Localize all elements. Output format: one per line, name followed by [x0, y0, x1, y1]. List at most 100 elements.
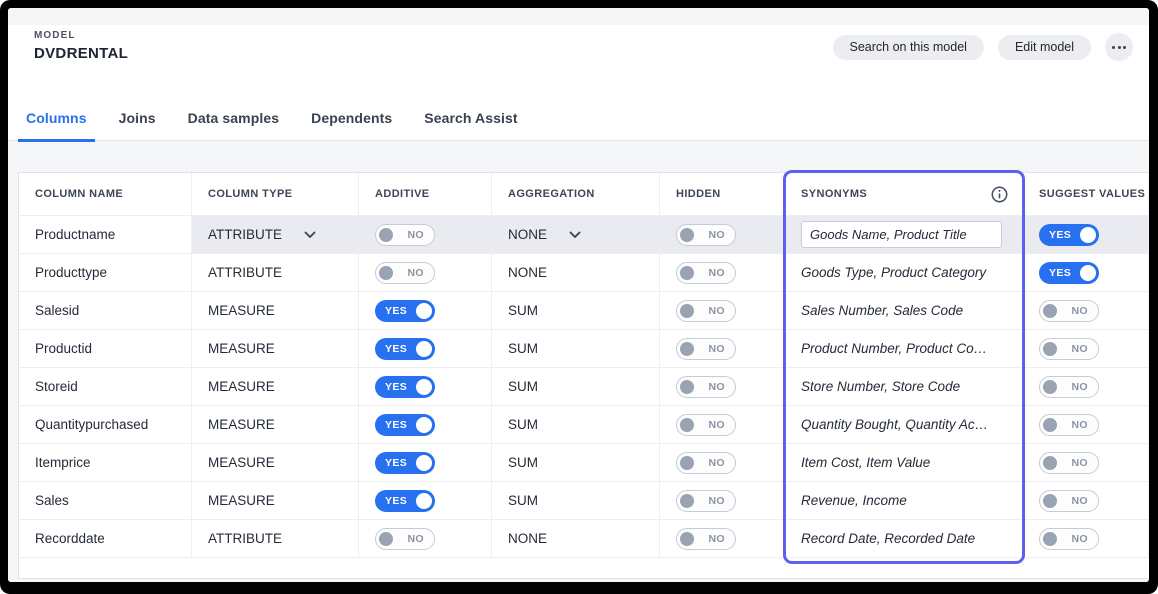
aggregation-cell[interactable]: NONE — [492, 254, 660, 292]
additive-toggle[interactable]: YES — [375, 490, 435, 512]
additive-toggle[interactable]: NO — [375, 528, 435, 550]
hidden-toggle[interactable]: NO — [676, 376, 736, 398]
more-options-button[interactable] — [1105, 33, 1133, 61]
column-name-cell[interactable]: Productname — [19, 216, 192, 254]
tab-data-samples[interactable]: Data samples — [180, 110, 287, 142]
column-type-cell[interactable]: MEASURE — [192, 406, 359, 444]
additive-toggle[interactable]: NO — [375, 224, 435, 246]
synonyms-cell[interactable]: Quantity Bought, Quantity Ac… — [785, 406, 1023, 444]
synonyms-value[interactable]: Goods Type, Product Category — [801, 265, 986, 280]
synonyms-cell[interactable]: Product Number, Product Co… — [785, 330, 1023, 368]
aggregation-cell[interactable]: SUM — [492, 330, 660, 368]
column-type-cell[interactable]: MEASURE — [192, 482, 359, 520]
column-type-cell[interactable]: MEASURE — [192, 292, 359, 330]
toggle-knob — [680, 494, 694, 508]
toggle-label: NO — [1071, 419, 1088, 431]
table-row: Storeid MEASURE YES SUM NO Store Number,… — [19, 368, 1149, 406]
column-type-cell[interactable]: ATTRIBUTE — [192, 254, 359, 292]
toggle-knob — [1043, 342, 1057, 356]
synonyms-cell[interactable]: Sales Number, Sales Code — [785, 292, 1023, 330]
column-type-cell[interactable]: MEASURE — [192, 368, 359, 406]
aggregation-cell[interactable]: SUM — [492, 292, 660, 330]
synonyms-cell[interactable]: Store Number, Store Code — [785, 368, 1023, 406]
synonyms-value[interactable]: Quantity Bought, Quantity Ac… — [801, 417, 988, 432]
synonyms-value[interactable]: Record Date, Recorded Date — [801, 531, 975, 546]
column-name-cell[interactable]: Recorddate — [19, 520, 192, 558]
column-name-cell[interactable]: Storeid — [19, 368, 192, 406]
synonyms-input[interactable] — [801, 221, 1002, 248]
additive-toggle[interactable]: YES — [375, 376, 435, 398]
hidden-cell: NO — [660, 368, 785, 406]
synonyms-cell[interactable]: Goods Type, Product Category — [785, 254, 1023, 292]
synonyms-value[interactable]: Revenue, Income — [801, 493, 907, 508]
tab-columns[interactable]: Columns — [18, 110, 95, 142]
hidden-toggle[interactable]: NO — [676, 338, 736, 360]
model-header: MODEL DVDRENTAL — [34, 30, 128, 62]
column-name-cell[interactable]: Itemprice — [19, 444, 192, 482]
hidden-toggle[interactable]: NO — [676, 300, 736, 322]
aggregation-cell[interactable]: SUM — [492, 368, 660, 406]
suggest-values-toggle[interactable]: YES — [1039, 224, 1099, 246]
synonyms-cell[interactable] — [785, 216, 1023, 254]
edit-model-button[interactable]: Edit model — [998, 35, 1091, 60]
column-type-cell[interactable]: ATTRIBUTE — [192, 520, 359, 558]
additive-toggle[interactable]: NO — [375, 262, 435, 284]
additive-toggle[interactable]: YES — [375, 300, 435, 322]
column-type-cell[interactable]: MEASURE — [192, 330, 359, 368]
suggest-values-toggle[interactable]: NO — [1039, 490, 1099, 512]
hidden-toggle[interactable]: NO — [676, 452, 736, 474]
column-name-cell[interactable]: Quantitypurchased — [19, 406, 192, 444]
column-name-cell[interactable]: Salesid — [19, 292, 192, 330]
hidden-toggle[interactable]: NO — [676, 528, 736, 550]
aggregation-cell[interactable]: SUM — [492, 482, 660, 520]
toggle-label: NO — [708, 419, 725, 431]
hidden-toggle[interactable]: NO — [676, 224, 736, 246]
toggle-label: NO — [708, 305, 725, 317]
aggregation-value: NONE — [508, 265, 547, 280]
suggest-values-toggle[interactable]: NO — [1039, 300, 1099, 322]
column-type-cell[interactable]: ATTRIBUTE — [192, 216, 359, 254]
hidden-toggle[interactable]: NO — [676, 262, 736, 284]
additive-toggle[interactable]: YES — [375, 414, 435, 436]
search-on-model-button[interactable]: Search on this model — [833, 35, 984, 60]
column-type-value: MEASURE — [208, 455, 275, 470]
ellipsis-icon — [1123, 46, 1126, 49]
table-row: Producttype ATTRIBUTE NO NONE NO Goods T… — [19, 254, 1149, 292]
hidden-toggle[interactable]: NO — [676, 490, 736, 512]
synonyms-cell[interactable]: Revenue, Income — [785, 482, 1023, 520]
synonyms-value[interactable]: Sales Number, Sales Code — [801, 303, 963, 318]
additive-toggle[interactable]: YES — [375, 338, 435, 360]
synonyms-value[interactable]: Store Number, Store Code — [801, 379, 960, 394]
column-name-cell[interactable]: Sales — [19, 482, 192, 520]
suggest-values-toggle[interactable]: YES — [1039, 262, 1099, 284]
aggregation-cell[interactable]: NONE — [492, 520, 660, 558]
suggest-values-toggle[interactable]: NO — [1039, 376, 1099, 398]
tab-joins[interactable]: Joins — [111, 110, 164, 142]
aggregation-cell[interactable]: SUM — [492, 444, 660, 482]
info-icon[interactable] — [991, 186, 1008, 203]
tab-dependents[interactable]: Dependents — [303, 110, 400, 142]
synonyms-cell[interactable]: Item Cost, Item Value — [785, 444, 1023, 482]
toggle-label: YES — [385, 381, 407, 393]
suggest-values-toggle[interactable]: NO — [1039, 528, 1099, 550]
synonyms-value[interactable]: Product Number, Product Co… — [801, 341, 987, 356]
additive-toggle[interactable]: YES — [375, 452, 435, 474]
column-type-value: MEASURE — [208, 303, 275, 318]
chevron-down-icon[interactable] — [569, 231, 581, 239]
column-type-cell[interactable]: MEASURE — [192, 444, 359, 482]
synonyms-value[interactable]: Item Cost, Item Value — [801, 455, 930, 470]
synonyms-cell[interactable]: Record Date, Recorded Date — [785, 520, 1023, 558]
column-name-cell[interactable]: Productid — [19, 330, 192, 368]
column-name-cell[interactable]: Producttype — [19, 254, 192, 292]
aggregation-cell[interactable]: NONE — [492, 216, 660, 254]
suggest-values-toggle[interactable]: NO — [1039, 414, 1099, 436]
column-name-value: Productname — [35, 227, 115, 242]
suggest-values-toggle[interactable]: NO — [1039, 452, 1099, 474]
suggest-values-toggle[interactable]: NO — [1039, 338, 1099, 360]
chevron-down-icon[interactable] — [304, 231, 316, 239]
tab-search-assist[interactable]: Search Assist — [416, 110, 525, 142]
aggregation-cell[interactable]: SUM — [492, 406, 660, 444]
hidden-toggle[interactable]: NO — [676, 414, 736, 436]
toggle-knob — [1080, 227, 1096, 243]
column-name-value: Recorddate — [35, 531, 105, 546]
